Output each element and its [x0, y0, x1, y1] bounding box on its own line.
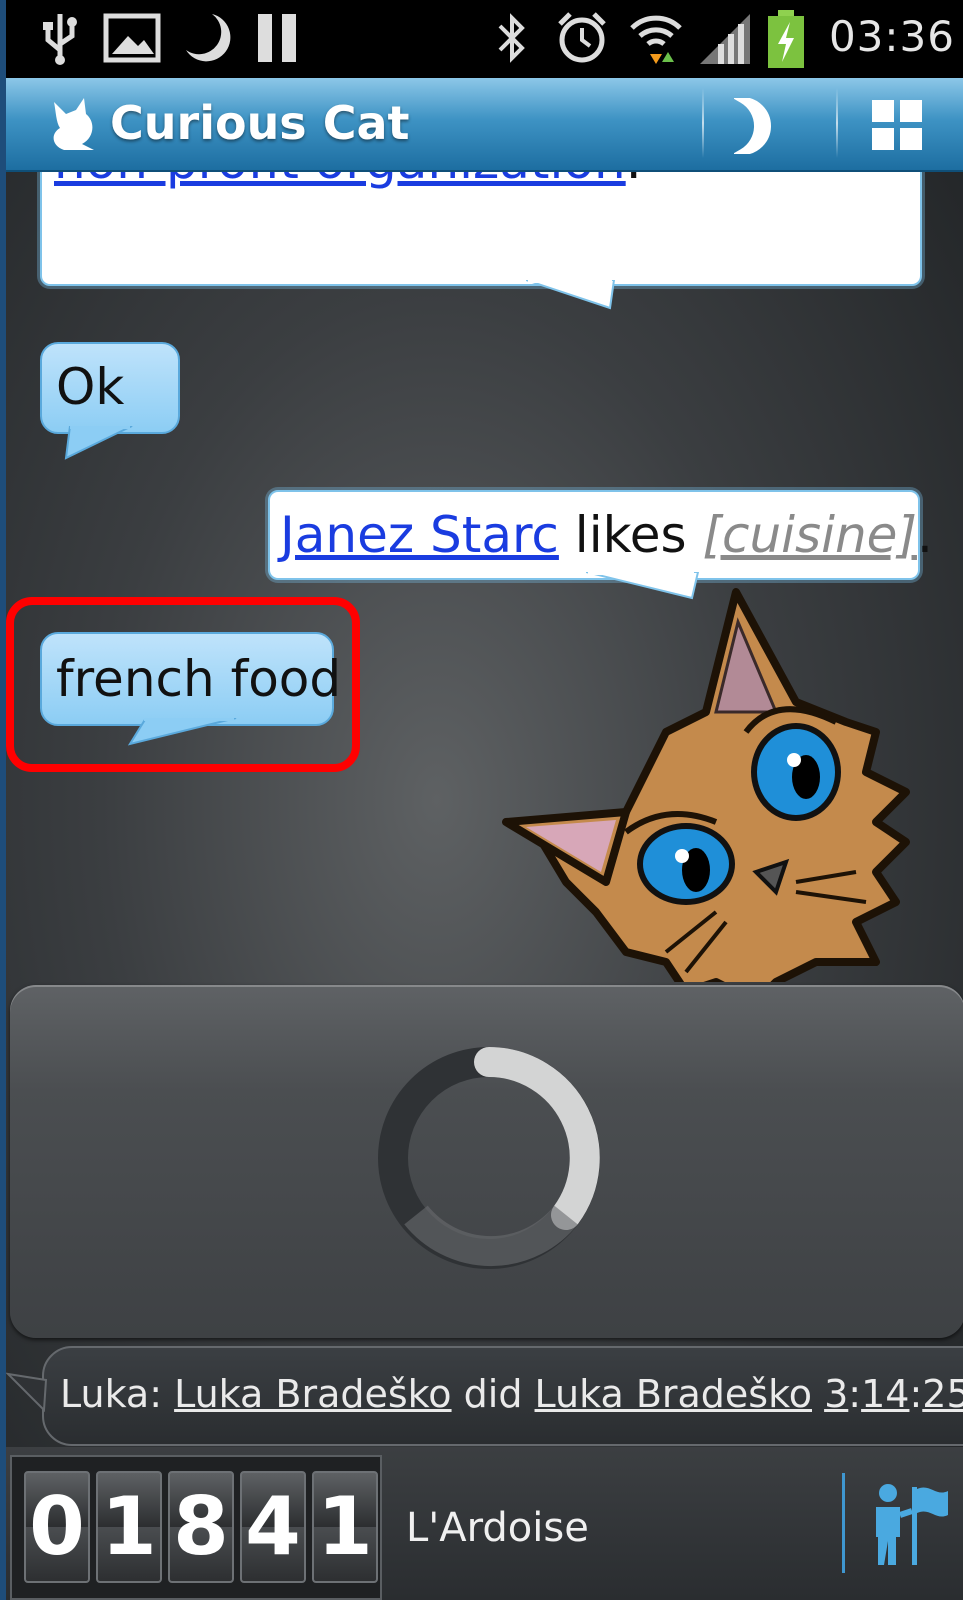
- ticker-text: [812, 1372, 824, 1416]
- score-digit: 1: [96, 1471, 162, 1583]
- chat-area[interactable]: non-profit organization. Ok Janez Starc …: [6, 172, 963, 982]
- message-text: likes: [558, 506, 703, 564]
- score-digit: 4: [240, 1471, 306, 1583]
- message-text: Ok: [56, 358, 125, 416]
- bot-message: non-profit organization.: [40, 172, 922, 286]
- bubble-tail: [526, 280, 616, 310]
- bluetooth-icon: [492, 10, 532, 70]
- ticker-time: 25: [922, 1372, 963, 1416]
- score-digit: 1: [312, 1471, 378, 1583]
- ticker-time: 14: [861, 1372, 910, 1416]
- score-counter: 0 1 8 4 1: [10, 1455, 382, 1600]
- message-text: .: [916, 506, 933, 564]
- user-message: Ok: [40, 342, 180, 434]
- signal-icon: [698, 10, 754, 70]
- app-screen: 03:36 Curious Cat non-profit organizatio…: [6, 0, 963, 1600]
- ticker-time: 3: [824, 1372, 849, 1416]
- cat-logo-icon: [46, 94, 104, 158]
- alarm-icon: [554, 10, 610, 70]
- checkin-flag-icon[interactable]: [872, 1481, 950, 1571]
- ticker-link[interactable]: Luka Bradeško: [174, 1372, 451, 1416]
- battery-charging-icon: [766, 10, 806, 74]
- message-link[interactable]: Janez Starc: [280, 506, 559, 564]
- score-digit: 8: [168, 1471, 234, 1583]
- input-panel[interactable]: [10, 985, 963, 1338]
- highlight-box: [6, 597, 360, 772]
- pause-icon: [254, 10, 304, 70]
- ticker-tail: [6, 1372, 48, 1413]
- action-divider: [836, 88, 838, 158]
- action-bar: Curious Cat: [6, 78, 963, 172]
- ticker-text: :: [848, 1372, 862, 1416]
- app-title: Curious Cat: [110, 96, 410, 150]
- activity-ticker[interactable]: Luka: Luka Bradeško did Luka Bradeško 3:…: [42, 1346, 963, 1446]
- place-label[interactable]: L'Ardoise: [406, 1505, 589, 1551]
- ticker-text: did: [451, 1372, 535, 1416]
- ticker-link[interactable]: Luka Bradeško: [535, 1372, 812, 1416]
- bottom-divider: [842, 1473, 845, 1573]
- ticker-user: Luka:: [60, 1372, 175, 1416]
- wifi-icon: [628, 10, 684, 70]
- ticker-text: :: [909, 1372, 923, 1416]
- loading-spinner-icon: [378, 1047, 600, 1269]
- score-digit: 0: [24, 1471, 90, 1583]
- bottom-bar: 0 1 8 4 1 L'Ardoise: [6, 1447, 963, 1600]
- message-slot: [cuisine]: [702, 506, 917, 564]
- clock-time: 03:36: [828, 12, 955, 61]
- moon-icon: [182, 10, 232, 70]
- bot-message: Janez Starc likes [cuisine].: [268, 490, 933, 580]
- action-divider: [702, 88, 704, 158]
- night-mode-icon[interactable]: [730, 96, 774, 158]
- image-icon: [102, 10, 162, 70]
- usb-icon: [40, 10, 80, 70]
- message-text: .: [626, 172, 642, 190]
- cat-mascot-icon: [502, 588, 910, 982]
- grid-menu-icon[interactable]: [870, 98, 926, 158]
- status-bar: 03:36: [6, 0, 963, 78]
- bubble-tail: [64, 426, 133, 460]
- message-link[interactable]: non-profit organization: [54, 172, 626, 190]
